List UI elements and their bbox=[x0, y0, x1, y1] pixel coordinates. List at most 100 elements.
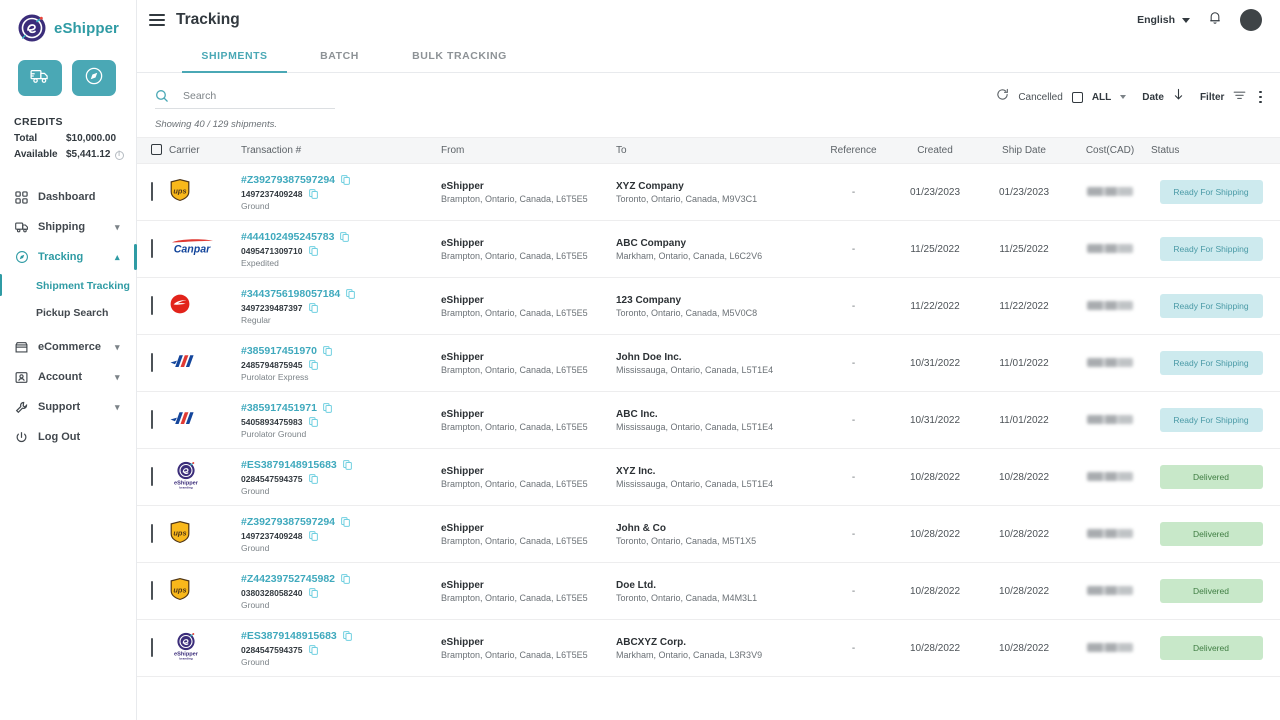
copy-icon[interactable] bbox=[309, 531, 318, 541]
tab-shipments[interactable]: SHIPMENTS bbox=[182, 40, 287, 72]
all-filter-label[interactable]: ALL bbox=[1092, 92, 1111, 103]
status-badge[interactable]: Ready For Shipping bbox=[1160, 351, 1263, 375]
copy-icon[interactable] bbox=[346, 289, 355, 299]
status-badge[interactable]: Delivered bbox=[1160, 579, 1263, 603]
copy-icon[interactable] bbox=[309, 189, 318, 199]
tab-bulk-tracking[interactable]: BULK TRACKING bbox=[392, 40, 527, 72]
status-badge[interactable]: Ready For Shipping bbox=[1160, 408, 1263, 432]
select-all-checkbox[interactable] bbox=[151, 144, 162, 155]
sidebar-item-shipping[interactable]: Shipping ▾ bbox=[0, 212, 136, 242]
language-selector[interactable]: English bbox=[1137, 14, 1190, 26]
avatar[interactable] bbox=[1240, 9, 1262, 31]
kebab-menu-icon[interactable] bbox=[1255, 91, 1262, 104]
status-badge[interactable]: Delivered bbox=[1160, 522, 1263, 546]
table-row[interactable]: ups#Z392793875972941497237409248GroundeS… bbox=[137, 506, 1280, 563]
copy-icon[interactable] bbox=[309, 246, 318, 256]
chevron-up-icon[interactable]: ▴ bbox=[115, 252, 125, 263]
status-badge[interactable]: Ready For Shipping bbox=[1160, 180, 1263, 204]
cancelled-checkbox[interactable] bbox=[1072, 92, 1083, 103]
status-badge[interactable]: Delivered bbox=[1160, 636, 1263, 660]
row-checkbox[interactable] bbox=[151, 638, 153, 657]
tab-batch[interactable]: BATCH bbox=[287, 40, 392, 72]
track-button[interactable] bbox=[72, 60, 116, 96]
status-cell: Ready For Shipping bbox=[1151, 408, 1271, 432]
sidebar-item-support[interactable]: Support ▾ bbox=[0, 392, 136, 422]
row-select-cell bbox=[137, 411, 169, 429]
tracking-number: 1497237409248 bbox=[241, 531, 441, 541]
arrow-down-icon[interactable] bbox=[1173, 88, 1184, 106]
copy-icon[interactable] bbox=[340, 232, 349, 242]
refresh-icon[interactable] bbox=[996, 88, 1009, 106]
from-name: eShipper bbox=[441, 409, 616, 420]
transaction-number-link[interactable]: #Z39279387597294 bbox=[241, 174, 441, 186]
chevron-down-icon[interactable]: ▾ bbox=[115, 372, 125, 383]
from-address: Brampton, Ontario, Canada, L6T5E5 bbox=[441, 422, 616, 432]
row-checkbox[interactable] bbox=[151, 524, 153, 543]
table-row[interactable]: #34437561980571843497239487397RegulareSh… bbox=[137, 278, 1280, 335]
row-checkbox[interactable] bbox=[151, 182, 153, 201]
copy-icon[interactable] bbox=[341, 517, 350, 527]
search-input[interactable] bbox=[183, 90, 323, 102]
copy-icon[interactable] bbox=[309, 645, 318, 655]
sidebar-item-tracking[interactable]: Tracking ▴ bbox=[0, 242, 136, 272]
brand[interactable]: eShipper bbox=[0, 0, 136, 43]
from-cell: eShipperBrampton, Ontario, Canada, L6T5E… bbox=[441, 637, 616, 660]
filter-label[interactable]: Filter bbox=[1200, 92, 1224, 103]
chevron-down-icon[interactable]: ▾ bbox=[115, 222, 125, 233]
copy-icon[interactable] bbox=[309, 360, 318, 370]
sidebar-item-ecommerce[interactable]: eCommerce ▾ bbox=[0, 332, 136, 362]
chevron-down-icon[interactable]: ▾ bbox=[115, 402, 125, 413]
table-row[interactable]: #3859174519715405893475983Purolator Grou… bbox=[137, 392, 1280, 449]
filter-icon[interactable] bbox=[1233, 88, 1246, 106]
chevron-down-icon[interactable]: ▾ bbox=[115, 342, 125, 353]
transaction-number-link[interactable]: #ES3879148915683 bbox=[241, 459, 441, 471]
row-checkbox[interactable] bbox=[151, 467, 153, 486]
from-cell: eShipperBrampton, Ontario, Canada, L6T5E… bbox=[441, 580, 616, 603]
sidebar-item-shipment-tracking[interactable]: Shipment Tracking bbox=[0, 272, 136, 299]
chevron-down-icon[interactable] bbox=[1120, 95, 1126, 99]
copy-icon[interactable] bbox=[309, 303, 318, 313]
copy-icon[interactable] bbox=[323, 403, 332, 413]
copy-icon[interactable] bbox=[309, 588, 318, 598]
row-checkbox[interactable] bbox=[151, 353, 153, 372]
status-badge[interactable]: Delivered bbox=[1160, 465, 1263, 489]
sidebar-item-pickup-search[interactable]: Pickup Search bbox=[0, 299, 136, 326]
copy-icon[interactable] bbox=[309, 474, 318, 484]
status-badge[interactable]: Ready For Shipping bbox=[1160, 237, 1263, 261]
sidebar-item-account[interactable]: Account ▾ bbox=[0, 362, 136, 392]
copy-icon[interactable] bbox=[343, 460, 352, 470]
create-shipment-button[interactable] bbox=[18, 60, 62, 96]
transaction-number-link[interactable]: #385917451970 bbox=[241, 345, 441, 357]
transaction-number-link[interactable]: #Z44239752745982 bbox=[241, 573, 441, 585]
search-box[interactable] bbox=[155, 89, 335, 109]
row-checkbox[interactable] bbox=[151, 296, 153, 315]
row-checkbox[interactable] bbox=[151, 239, 153, 258]
table-row[interactable]: eShipperbranding#ES387914891568302845475… bbox=[137, 620, 1280, 677]
hamburger-icon[interactable] bbox=[149, 14, 165, 26]
table-row[interactable]: ups#Z392793875972941497237409248GroundeS… bbox=[137, 164, 1280, 221]
copy-icon[interactable] bbox=[323, 346, 332, 356]
table-row[interactable]: #3859174519702485794875945Purolator Expr… bbox=[137, 335, 1280, 392]
info-icon[interactable] bbox=[115, 151, 124, 160]
copy-icon[interactable] bbox=[343, 631, 352, 641]
table-row[interactable]: Canpar#4441024952457830495471309710Exped… bbox=[137, 221, 1280, 278]
status-badge[interactable]: Ready For Shipping bbox=[1160, 294, 1263, 318]
row-checkbox[interactable] bbox=[151, 581, 153, 600]
copy-icon[interactable] bbox=[341, 574, 350, 584]
svg-text:Canpar: Canpar bbox=[174, 243, 211, 255]
created-date-cell: 11/25/2022 bbox=[891, 244, 979, 255]
bell-icon[interactable] bbox=[1208, 10, 1222, 30]
copy-icon[interactable] bbox=[309, 417, 318, 427]
row-checkbox[interactable] bbox=[151, 410, 153, 429]
transaction-number-link[interactable]: #3443756198057184 bbox=[241, 288, 441, 300]
date-sort-label[interactable]: Date bbox=[1142, 92, 1164, 103]
table-row[interactable]: eShipperbranding#ES387914891568302845475… bbox=[137, 449, 1280, 506]
transaction-number-link[interactable]: #Z39279387597294 bbox=[241, 516, 441, 528]
sidebar-item-dashboard[interactable]: Dashboard bbox=[0, 182, 136, 212]
transaction-number-link[interactable]: #444102495245783 bbox=[241, 231, 441, 243]
transaction-number-link[interactable]: #ES3879148915683 bbox=[241, 630, 441, 642]
table-row[interactable]: ups#Z442397527459820380328058240GroundeS… bbox=[137, 563, 1280, 620]
transaction-number-link[interactable]: #385917451971 bbox=[241, 402, 441, 414]
copy-icon[interactable] bbox=[341, 175, 350, 185]
sidebar-item-log-out[interactable]: Log Out bbox=[0, 422, 136, 452]
